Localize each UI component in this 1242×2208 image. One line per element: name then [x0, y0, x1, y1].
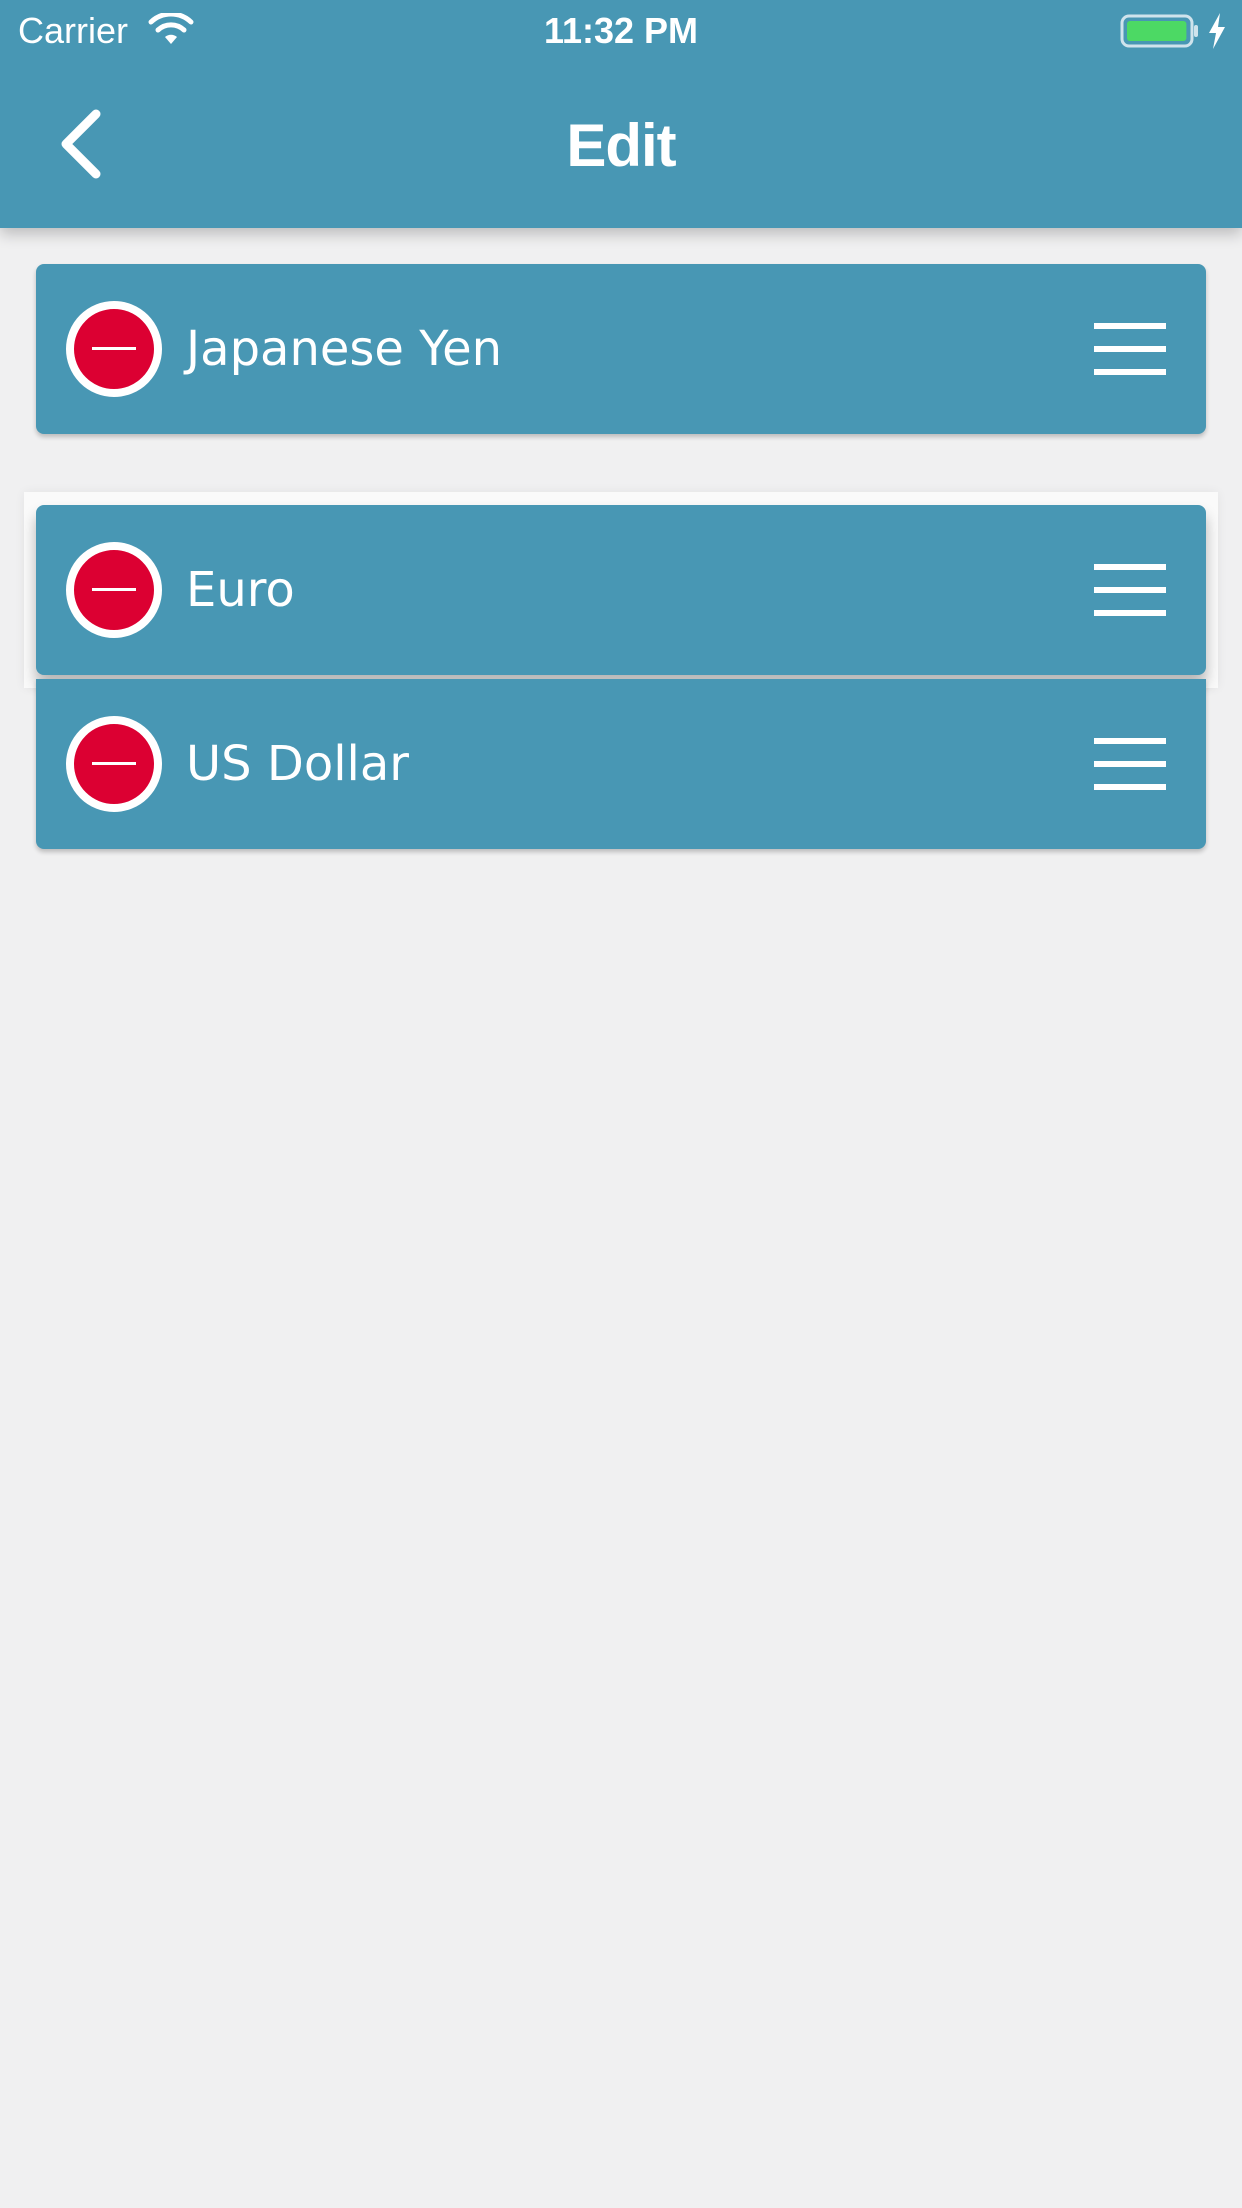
list-item-label: US Dollar [186, 736, 410, 792]
status-bar: Carrier 11:32 PM [0, 0, 1242, 62]
list-item[interactable]: US Dollar [36, 679, 1206, 849]
app-header: Carrier 11:32 PM Edit [0, 0, 1242, 228]
list-item-label: Japanese Yen [186, 321, 503, 377]
page-title: Edit [566, 112, 676, 179]
nav-bar: Edit [0, 62, 1242, 228]
reorder-handle-icon[interactable] [1094, 738, 1166, 790]
list-item[interactable]: Euro [36, 505, 1206, 675]
charging-bolt-icon [1209, 13, 1225, 49]
minus-circle-icon[interactable] [66, 542, 162, 638]
minus-circle-icon[interactable] [66, 716, 162, 812]
battery-icon [1120, 14, 1198, 48]
list-item[interactable]: Japanese Yen [36, 264, 1206, 434]
reorder-handle-icon[interactable] [1094, 564, 1166, 616]
reorder-handle-icon[interactable] [1094, 323, 1166, 375]
status-time: 11:32 PM [543, 10, 699, 51]
list-item-label: Euro [186, 562, 295, 618]
minus-circle-icon[interactable] [66, 301, 162, 397]
edit-screen: Carrier 11:32 PM Edit Japanese Yen Euro … [0, 0, 1242, 2208]
